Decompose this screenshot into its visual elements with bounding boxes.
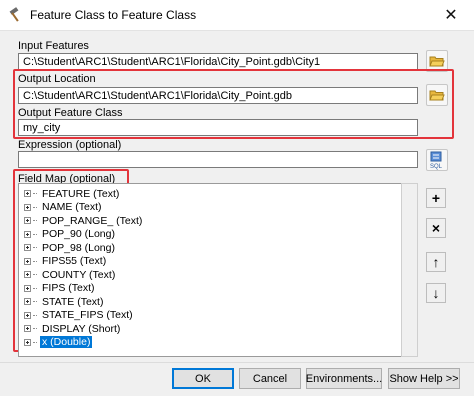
field-map-item-label: FEATURE (Text) [42, 187, 120, 200]
tree-connector [33, 287, 37, 289]
output-location-browse-button[interactable] [426, 84, 448, 106]
expression-field[interactable] [18, 151, 418, 168]
add-field-button[interactable]: + [426, 188, 446, 208]
field-map-item[interactable]: FEATURE (Text) [24, 187, 121, 200]
field-map-item[interactable]: STATE (Text) [24, 295, 105, 308]
close-icon: ✕ [444, 7, 458, 24]
tree-connector [33, 233, 37, 235]
environments-button[interactable]: Environments... [306, 368, 382, 389]
expander-icon[interactable] [24, 284, 31, 292]
field-map-item-label: POP_98 (Long) [42, 241, 115, 254]
field-map-item-label: DISPLAY (Short) [42, 322, 121, 335]
tree-connector [33, 274, 37, 275]
tree-connector [33, 328, 37, 329]
field-map-item[interactable]: COUNTY (Text) [24, 268, 117, 281]
field-map-item[interactable]: FIPS (Text) [24, 282, 97, 295]
tree-connector [33, 247, 37, 248]
expander-icon[interactable] [24, 298, 31, 305]
field-map-item-label: COUNTY (Text) [42, 268, 116, 281]
tree-connector [33, 301, 37, 302]
cancel-button[interactable]: Cancel [239, 368, 301, 389]
field-map-item[interactable]: DISPLAY (Short) [24, 322, 122, 335]
folder-icon [429, 56, 445, 67]
field-map-item-label: STATE_FIPS (Text) [42, 309, 133, 321]
expander-icon[interactable] [24, 325, 31, 332]
field-map-item[interactable]: NAME (Text) [24, 201, 104, 214]
show-help-button[interactable]: Show Help >> [388, 368, 460, 389]
arrow-down-icon: ↓ [432, 285, 440, 301]
tree-connector [33, 220, 37, 221]
folder-icon [429, 90, 445, 101]
field-map-scrollbar[interactable] [401, 183, 418, 357]
close-button[interactable]: ✕ [428, 0, 474, 30]
move-down-button[interactable]: ↓ [426, 283, 446, 303]
window-title: Feature Class to Feature Class [30, 8, 197, 22]
input-features-label: Input Features [18, 40, 89, 52]
input-features-field[interactable]: C:\Student\ARC1\Student\ARC1\Florida\Cit… [18, 53, 418, 70]
title-bar: Feature Class to Feature Class ✕ [0, 0, 474, 31]
output-feature-class-label: Output Feature Class [18, 107, 123, 119]
sql-button[interactable]: SQL [426, 149, 448, 171]
output-location-label: Output Location [18, 73, 96, 85]
expander-icon[interactable] [24, 311, 31, 319]
field-map-item-label: FIPS55 (Text) [42, 255, 107, 267]
field-map-item[interactable]: POP_98 (Long) [24, 241, 117, 254]
field-map-item[interactable]: POP_RANGE_ (Text) [24, 214, 144, 227]
tree-connector [33, 193, 37, 194]
arrow-up-icon: ↑ [432, 254, 440, 270]
move-up-button[interactable]: ↑ [426, 252, 446, 272]
tree-connector [33, 341, 37, 343]
delete-icon: × [431, 220, 441, 236]
expander-icon[interactable] [24, 217, 31, 224]
expander-icon[interactable] [24, 244, 31, 251]
expression-label: Expression (optional) [18, 139, 122, 151]
expander-icon[interactable] [24, 271, 31, 278]
expander-icon[interactable] [24, 230, 31, 238]
ok-button[interactable]: OK [172, 368, 234, 389]
tree-connector [33, 260, 37, 262]
expander-icon[interactable] [24, 203, 31, 211]
sql-icon-text: SQL [430, 164, 443, 170]
field-map-item-label: POP_90 (Long) [42, 228, 115, 240]
tree-connector [33, 206, 37, 208]
expander-icon[interactable] [24, 338, 31, 346]
field-map-item-label: STATE (Text) [42, 295, 104, 308]
field-map-item-label: POP_RANGE_ (Text) [42, 214, 143, 227]
plus-icon: + [431, 190, 441, 206]
output-location-field[interactable]: C:\Student\ARC1\Student\ARC1\Florida\Cit… [18, 87, 418, 104]
field-map-item[interactable]: STATE_FIPS (Text) [24, 309, 135, 322]
field-map-item[interactable]: x (Double) [24, 336, 93, 349]
delete-field-button[interactable]: × [426, 218, 446, 238]
field-map-item[interactable]: POP_90 (Long) [24, 228, 117, 241]
sql-icon: SQL [430, 151, 443, 170]
field-map-item-label: x (Double) [40, 336, 93, 348]
dialog-footer: OK Cancel Environments... Show Help >> [0, 362, 474, 396]
tree-connector [33, 314, 37, 316]
expander-icon[interactable] [24, 190, 31, 197]
hammer-icon [8, 7, 24, 23]
expander-icon[interactable] [24, 257, 31, 265]
output-feature-class-field[interactable]: my_city [18, 119, 418, 136]
field-map-item-label: NAME (Text) [42, 201, 102, 213]
field-map-item-label: FIPS (Text) [42, 282, 95, 294]
field-map-item[interactable]: FIPS55 (Text) [24, 255, 108, 268]
